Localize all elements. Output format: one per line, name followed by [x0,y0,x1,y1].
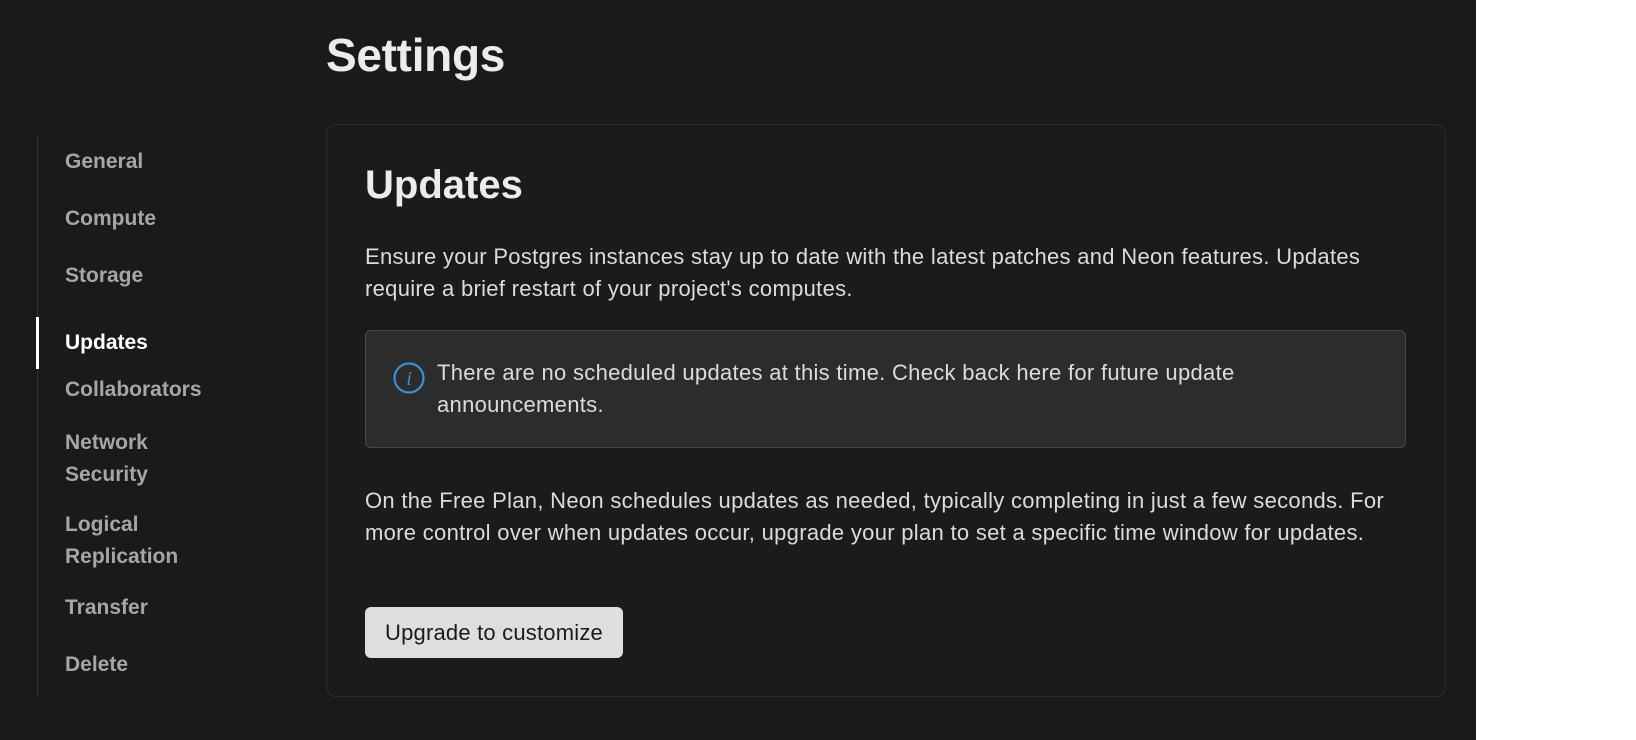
sidebar-item-updates[interactable]: Updates [36,317,268,369]
sidebar-item-network-security[interactable]: Network Security [38,427,188,491]
info-icon: i [393,362,425,394]
updates-description: Ensure your Postgres instances stay up t… [365,244,1361,301]
upgrade-to-customize-button[interactable]: Upgrade to customize [365,607,623,658]
svg-text:i: i [406,368,412,390]
notice-text: There are no scheduled updates at this t… [437,360,1235,417]
free-plan-text: On the Free Plan, Neon schedules updates… [365,488,1385,545]
sidebar-item-collaborators[interactable]: Collaborators [38,374,268,406]
sidebar-item-storage[interactable]: Storage [38,260,268,292]
updates-card: Updates Ensure your Postgres instances s… [326,124,1446,697]
no-updates-notice: i There are no scheduled updates at this… [365,330,1406,448]
settings-app: Settings General Compute Storage Updates… [0,0,1476,740]
sidebar-item-transfer[interactable]: Transfer [38,592,268,624]
sidebar-item-general[interactable]: General [38,146,268,178]
updates-title: Updates [365,163,523,207]
page-title: Settings [326,29,506,81]
sidebar-item-delete[interactable]: Delete [38,649,268,681]
settings-sidebar: General Compute Storage Updates Collabor… [36,136,268,698]
sidebar-item-logical-replication[interactable]: Logical Replication [38,509,188,573]
sidebar-item-compute[interactable]: Compute [38,203,268,235]
